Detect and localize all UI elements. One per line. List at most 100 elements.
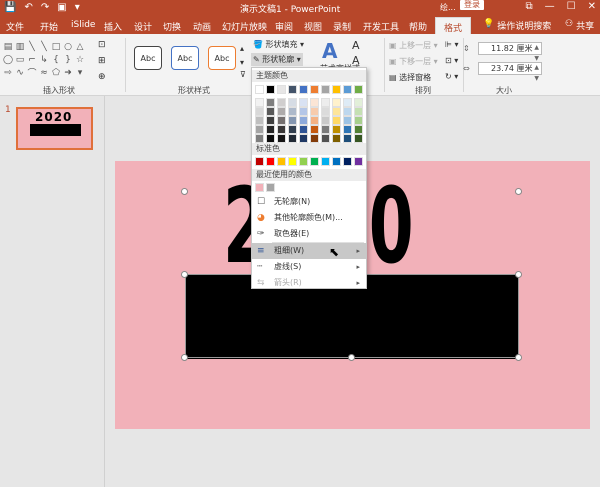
share-button[interactable]: ⚇ 共享 <box>565 19 594 32</box>
theme-shade-swatch[interactable] <box>266 125 275 134</box>
shape-style-2[interactable]: Abc <box>171 46 199 70</box>
more-outline-colors-item[interactable]: ◕ 其他轮廓颜色(M)... <box>252 210 366 226</box>
theme-shade-swatch[interactable] <box>255 116 264 125</box>
shape-height-field[interactable]: ⇕ 11.82 厘米 ▲ ▼ <box>463 42 542 62</box>
theme-shade-swatch[interactable] <box>343 107 352 116</box>
no-outline-item[interactable]: ☐ 无轮廓(N) <box>252 194 366 210</box>
theme-color-swatch[interactable] <box>343 85 352 94</box>
align-icon[interactable]: ⊫ ▾ <box>445 40 459 49</box>
theme-color-swatch[interactable] <box>332 85 341 94</box>
text-box-shape-icon[interactable]: ▤ <box>2 40 14 53</box>
theme-color-swatch[interactable] <box>288 85 297 94</box>
theme-shade-swatch[interactable] <box>354 125 363 134</box>
theme-shade-swatch[interactable] <box>310 116 319 125</box>
recent-color-swatch[interactable] <box>266 183 275 192</box>
undo-icon[interactable]: ↶ <box>24 2 32 13</box>
standard-color-swatch[interactable] <box>255 157 264 166</box>
shape-style-3[interactable]: Abc <box>208 46 236 70</box>
elbow-connector-icon[interactable]: ⌐ <box>26 53 38 66</box>
tab-record[interactable]: 录制 <box>333 20 351 33</box>
tell-me-search[interactable]: 💡 操作说明搜索 <box>483 19 551 32</box>
minimize-icon[interactable]: — <box>545 1 555 12</box>
tab-developer[interactable]: 开发工具 <box>363 20 399 33</box>
theme-shade-swatch[interactable] <box>288 98 297 107</box>
theme-shade-swatch[interactable] <box>277 116 286 125</box>
theme-shade-swatch[interactable] <box>321 107 330 116</box>
text-outline-icon[interactable]: A <box>352 54 360 67</box>
arc-shape-icon[interactable]: ⌒ <box>26 66 38 79</box>
shape-gallery[interactable]: ▤ ▥ ╲ ╲ □ ○ △ ◯ ▭ ⌐ ↳ { } ☆ ⇨ ∿ ⌒ ≈ ⬠ ➜ … <box>2 40 86 80</box>
theme-color-swatch[interactable] <box>299 85 308 94</box>
close-icon[interactable]: ✕ <box>588 1 596 12</box>
tab-home[interactable]: 开始 <box>40 20 58 33</box>
theme-color-swatch[interactable] <box>266 85 275 94</box>
theme-shade-swatch[interactable] <box>299 125 308 134</box>
theme-shade-swatch[interactable] <box>266 134 275 143</box>
theme-shade-swatch[interactable] <box>288 116 297 125</box>
line-shape-icon[interactable]: ╲ <box>38 40 50 53</box>
text-fill-icon[interactable]: A <box>352 39 360 52</box>
textbox-icon[interactable]: ⊞ <box>98 56 106 66</box>
tab-animations[interactable]: 动画 <box>193 20 211 33</box>
theme-shade-swatch[interactable] <box>354 107 363 116</box>
style-more-icon[interactable]: ⊽ <box>240 70 246 79</box>
tab-design[interactable]: 设计 <box>134 20 152 33</box>
standard-color-swatch[interactable] <box>288 157 297 166</box>
height-spinner-icon[interactable]: ▲ ▼ <box>534 42 539 64</box>
tab-insert[interactable]: 插入 <box>104 20 122 33</box>
triangle-shape-icon[interactable]: △ <box>74 40 86 53</box>
tab-review[interactable]: 审阅 <box>275 20 293 33</box>
theme-shade-swatch[interactable] <box>277 125 286 134</box>
standard-color-swatch[interactable] <box>332 157 341 166</box>
redo-icon[interactable]: ↷ <box>41 2 49 13</box>
theme-color-swatch[interactable] <box>354 85 363 94</box>
pentagon-shape-icon[interactable]: ⬠ <box>50 66 62 79</box>
brace-icon[interactable]: { <box>50 53 62 66</box>
theme-color-swatch[interactable] <box>310 85 319 94</box>
theme-shade-swatch[interactable] <box>343 116 352 125</box>
theme-shade-swatch[interactable] <box>343 98 352 107</box>
selection-pane-button[interactable]: ▤ 选择窗格 <box>389 72 431 83</box>
theme-shade-swatch[interactable] <box>310 98 319 107</box>
tab-help[interactable]: 帮助 <box>409 20 427 33</box>
bring-forward-button[interactable]: ▣ 上移一层 ▾ <box>389 40 438 51</box>
shape-style-1[interactable]: Abc <box>134 46 162 70</box>
width-spinner-icon[interactable]: ▲ ▼ <box>534 62 539 84</box>
theme-color-swatch[interactable] <box>277 85 286 94</box>
tab-islide[interactable]: iSlide <box>71 20 95 30</box>
weight-item[interactable]: ≡ 粗细(W) ▸ <box>252 243 366 259</box>
theme-shade-swatch[interactable] <box>321 98 330 107</box>
save-icon[interactable]: 💾 <box>4 2 16 13</box>
connector-icon[interactable]: ↳ <box>38 53 50 66</box>
brace-icon[interactable]: } <box>62 53 74 66</box>
resize-handle[interactable] <box>515 354 522 361</box>
theme-shade-swatch[interactable] <box>354 134 363 143</box>
textbox-handle[interactable] <box>515 188 522 195</box>
customize-qa-icon[interactable]: ▾ <box>75 2 80 13</box>
send-backward-button[interactable]: ▣ 下移一层 ▾ <box>389 56 438 67</box>
shape-outline-button[interactable]: ✎ 形状轮廓 ▾ <box>251 53 303 66</box>
resize-handle[interactable] <box>348 354 355 361</box>
text-box-v-shape-icon[interactable]: ▥ <box>14 40 26 53</box>
theme-shade-swatch[interactable] <box>310 107 319 116</box>
slide-thumbnail[interactable]: 2020 <box>16 107 93 150</box>
line-shape-icon[interactable]: ╲ <box>26 40 38 53</box>
theme-shade-swatch[interactable] <box>255 125 264 134</box>
theme-shade-swatch[interactable] <box>310 134 319 143</box>
theme-shade-swatch[interactable] <box>255 98 264 107</box>
login-button[interactable]: 登录 <box>460 0 484 10</box>
present-icon[interactable]: ▣ <box>57 2 66 13</box>
edit-shape-icon[interactable]: ⊡ <box>98 40 106 50</box>
theme-shade-swatch[interactable] <box>343 125 352 134</box>
theme-shade-swatch[interactable] <box>321 134 330 143</box>
standard-color-swatch[interactable] <box>321 157 330 166</box>
tab-format[interactable]: 格式 <box>435 17 472 34</box>
theme-shade-swatch[interactable] <box>332 125 341 134</box>
theme-shade-swatch[interactable] <box>299 107 308 116</box>
star-shape-icon[interactable]: ☆ <box>74 53 86 66</box>
arrow-shape-icon[interactable]: ⇨ <box>2 66 14 79</box>
more-shapes-icon[interactable]: ▾ <box>74 66 86 79</box>
resize-handle[interactable] <box>181 354 188 361</box>
theme-shade-swatch[interactable] <box>255 134 264 143</box>
curve-shape-icon[interactable]: ∿ <box>14 66 26 79</box>
